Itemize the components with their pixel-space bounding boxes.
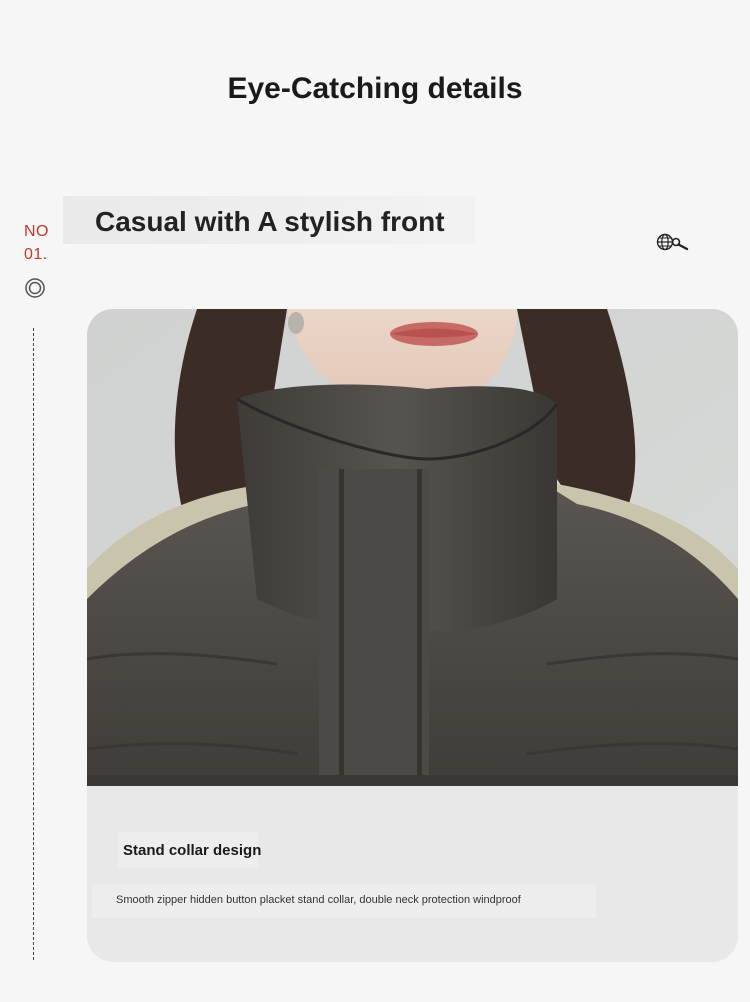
target-icon	[25, 278, 45, 298]
section-divider	[33, 328, 34, 960]
caption-title: Stand collar design	[123, 842, 262, 859]
section-number: NO 01.	[24, 220, 49, 266]
section-number-prefix: NO	[24, 223, 49, 240]
product-photo	[87, 309, 738, 786]
section-number-value: 01.	[24, 246, 48, 263]
page-title: Eye-Catching details	[227, 72, 523, 105]
globe-search-icon	[656, 233, 689, 251]
section-subheading: Casual with A stylish front	[95, 206, 445, 237]
caption-description: Smooth zipper hidden button placket stan…	[116, 894, 521, 906]
